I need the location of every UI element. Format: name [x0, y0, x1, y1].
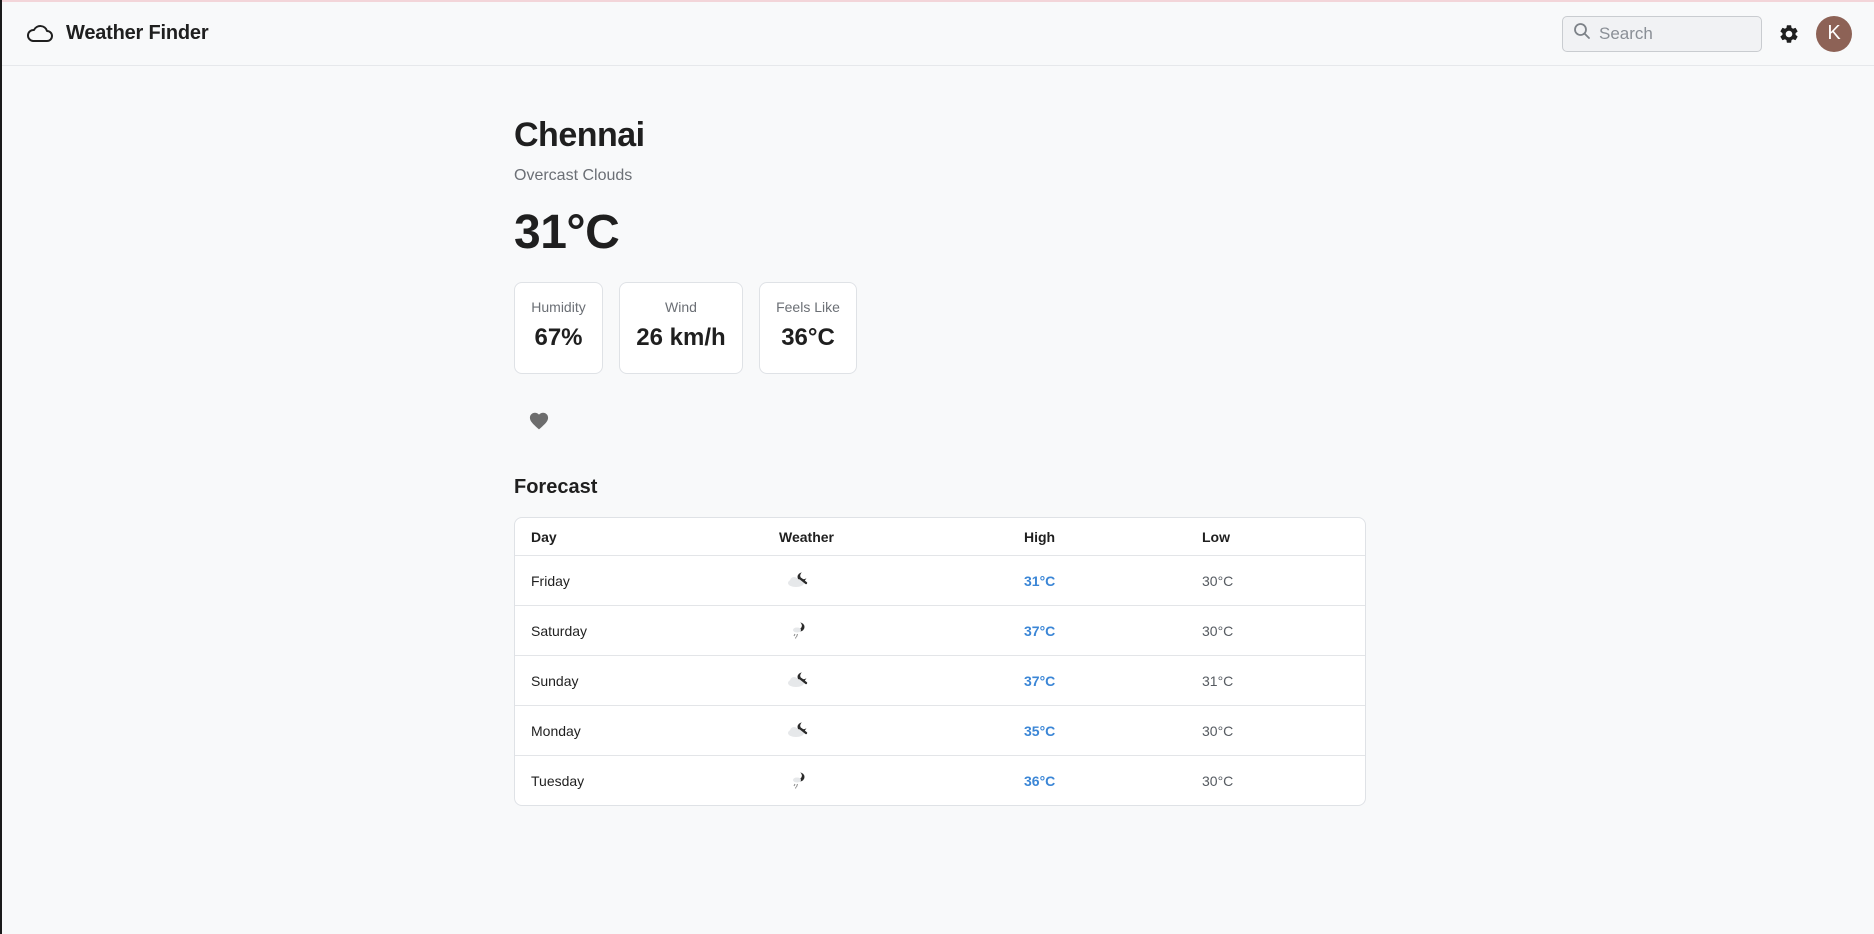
favorite-heart-icon[interactable]: [528, 410, 552, 432]
brand[interactable]: Weather Finder: [26, 22, 209, 45]
stat-label: Wind: [665, 299, 697, 315]
search-input[interactable]: [1599, 23, 1749, 44]
rain-night-icon: [793, 621, 805, 639]
table-row: Sunday 37°C 31°C: [515, 655, 1365, 705]
forecast-high: 36°C: [1024, 772, 1056, 789]
forecast-low: 31°C: [1202, 672, 1234, 689]
forecast-day: Monday: [531, 722, 581, 739]
forecast-day: Tuesday: [531, 772, 585, 789]
table-row: Friday 31°C 30°C: [515, 555, 1365, 605]
weather-description: Overcast Clouds: [514, 167, 633, 184]
forecast-low: 30°C: [1202, 572, 1234, 589]
cloudy-night-icon: [788, 721, 808, 737]
table-row: Tuesday 36°C 30°C: [515, 755, 1365, 805]
gear-icon[interactable]: [1776, 21, 1802, 47]
navbar: Weather Finder K: [2, 2, 1874, 66]
forecast-day: Saturday: [531, 622, 588, 639]
weather-main: Chennai Overcast Clouds 31°C Humidity 67…: [514, 66, 1366, 806]
forecast-high: 31°C: [1024, 572, 1056, 589]
forecast-high: 35°C: [1024, 722, 1056, 739]
cloud-icon: [26, 23, 56, 45]
avatar[interactable]: K: [1816, 15, 1852, 52]
forecast-low: 30°C: [1202, 722, 1234, 739]
cloudy-night-icon: [788, 571, 808, 587]
stat-value: 67%: [534, 324, 583, 351]
forecast-title: Forecast: [514, 476, 598, 498]
wind-card: Wind 26 km/h: [619, 282, 743, 374]
table-row: Monday 35°C 30°C: [515, 705, 1365, 755]
cloudy-night-icon: [788, 671, 808, 687]
column-header-high: High: [1024, 528, 1056, 545]
forecast-day: Sunday: [531, 672, 579, 689]
city-name: Chennai: [514, 116, 645, 154]
column-header-day: Day: [531, 528, 557, 545]
forecast-high: 37°C: [1024, 622, 1056, 639]
forecast-day: Friday: [531, 572, 570, 589]
stat-value: 26 km/h: [636, 324, 726, 351]
rain-night-icon: [793, 771, 805, 789]
column-header-low: Low: [1202, 528, 1230, 545]
table-row: Saturday 37°C 30°C: [515, 605, 1365, 655]
feels-like-card: Feels Like 36°C: [759, 282, 857, 374]
weather-stats: Humidity 67% Wind 26 km/h Feels Like 36°…: [514, 282, 1366, 374]
humidity-card: Humidity 67%: [514, 282, 603, 374]
stat-value: 36°C: [781, 324, 835, 351]
forecast-table: Day Weather High Low Friday 31°C 30°C Sa…: [514, 517, 1366, 806]
column-header-weather: Weather: [779, 528, 834, 545]
stat-label: Humidity: [531, 299, 586, 315]
search-icon: [1573, 22, 1591, 45]
forecast-low: 30°C: [1202, 622, 1234, 639]
forecast-high: 37°C: [1024, 672, 1056, 689]
table-header: Day Weather High Low: [515, 518, 1365, 555]
stat-label: Feels Like: [776, 299, 840, 315]
search-box[interactable]: [1562, 15, 1762, 52]
current-temperature: 31°C: [514, 206, 620, 259]
app-title: Weather Finder: [66, 22, 209, 44]
forecast-low: 30°C: [1202, 772, 1234, 789]
